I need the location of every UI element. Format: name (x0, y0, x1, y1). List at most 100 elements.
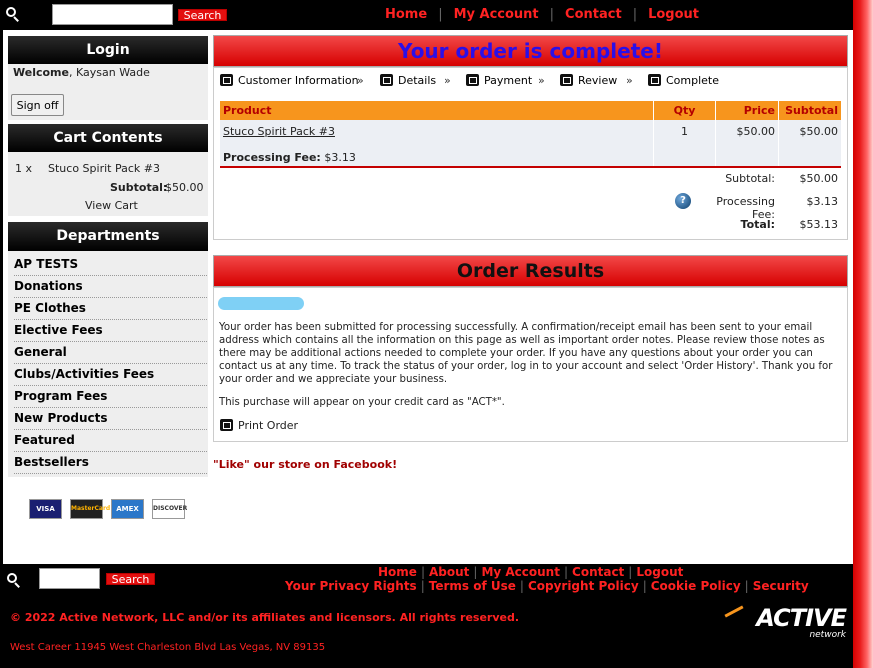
step-arrow: » (538, 74, 545, 87)
step-arrow: » (444, 74, 451, 87)
department-item[interactable]: Program Fees (14, 386, 207, 408)
nav-separator: | (549, 7, 555, 22)
user-name: Kaysan Wade (75, 66, 150, 79)
magnifier-icon (560, 74, 573, 86)
printer-icon (648, 74, 661, 86)
step-review: Review (560, 74, 617, 87)
terms-of-use-link[interactable]: Terms of Use (429, 579, 516, 593)
step-payment: Payment (466, 74, 532, 87)
sign-off-button[interactable]: Sign off (11, 94, 64, 116)
department-item[interactable]: PE Clothes (14, 298, 207, 320)
step-label: Complete (666, 74, 720, 87)
store-address: West Career 11945 West Charleston Blvd L… (10, 642, 326, 653)
nav-separator: | (438, 7, 443, 22)
col-header-qty: Qty (654, 101, 715, 120)
copyright-policy-link[interactable]: Copyright Policy (528, 579, 639, 593)
line-fee-value: $3.13 (324, 151, 356, 164)
card-label: MasterCard (71, 505, 111, 512)
product-price: $50.00 (736, 125, 776, 138)
cart-heading: Cart Contents (8, 124, 208, 152)
discover-card-icon: DISCOVER (152, 499, 188, 519)
pencil-icon (466, 74, 479, 86)
product-qty: 1 (681, 125, 688, 138)
step-customer-information: Customer Information (220, 74, 359, 87)
step-complete: Complete (648, 74, 719, 87)
totals-fee-value: $3.13 (806, 195, 839, 208)
department-item[interactable]: Bestsellers (14, 452, 207, 474)
active-network-logo: ACTIVE network (724, 604, 848, 644)
print-order-label: Print Order (238, 419, 299, 432)
col-header-product: Product (220, 101, 653, 120)
footer-search-input[interactable] (39, 568, 100, 589)
facebook-like-link[interactable]: "Like" our store on Facebook! (213, 458, 397, 471)
department-item[interactable]: Donations (14, 276, 207, 298)
table-divider (220, 166, 841, 168)
logo-swoosh (724, 605, 744, 618)
order-complete-banner: Your order is complete! (213, 35, 848, 67)
order-results-banner: Order Results (213, 255, 848, 287)
print-order-link[interactable]: Print Order (220, 419, 298, 432)
nav-home-link[interactable]: Home (385, 7, 427, 22)
cart-panel: 1 x Stuco Spirit Pack #3 Subtotal: $50.0… (8, 152, 208, 216)
department-item[interactable]: New Products (14, 408, 207, 430)
visa-card-icon: VISA (29, 499, 62, 519)
order-results-message: Your order has been submitted for proces… (219, 322, 833, 385)
mastercard-icon: MasterCard (70, 499, 110, 519)
login-panel: Welcome, Kaysan Wade Sign off (8, 64, 208, 120)
department-item[interactable]: Elective Fees (14, 320, 207, 342)
footer-search-icon (7, 573, 21, 588)
step-label: Payment (484, 74, 533, 87)
totals-total-value: $53.13 (799, 218, 839, 231)
cart-subtotal-value: $50.00 (165, 181, 204, 194)
search-button[interactable]: Search (178, 9, 227, 21)
department-item[interactable]: Clubs/Activities Fees (14, 364, 207, 386)
department-item[interactable]: Featured (14, 430, 207, 452)
page-right-edge (853, 0, 873, 668)
card-label: DISCOVER (153, 505, 188, 512)
footer-home-link[interactable]: Home (378, 565, 417, 579)
order-complete-title: Your order is complete! (398, 39, 663, 63)
nav-my-account-link[interactable]: My Account (454, 7, 539, 22)
logo-subtext: network (809, 630, 846, 640)
product-subtotal: $50.00 (799, 125, 839, 138)
footer-about-link[interactable]: About (429, 565, 469, 579)
top-bar: Search Home | My Account | Contact | Logout (0, 0, 853, 30)
cookie-policy-link[interactable]: Cookie Policy (651, 579, 741, 593)
security-link[interactable]: Security (753, 579, 809, 593)
nav-contact-link[interactable]: Contact (565, 7, 622, 22)
pencil-icon (220, 74, 233, 86)
footer-contact-link[interactable]: Contact (572, 565, 624, 579)
nav-logout-link[interactable]: Logout (648, 7, 699, 22)
footer-nav-row2: Your Privacy Rights | Terms of Use | Copyrig… (285, 579, 809, 593)
line-fee: Processing Fee: $3.13 (223, 151, 356, 164)
cart-subtotal-label: Subtotal: (110, 181, 168, 194)
privacy-rights-link[interactable]: Your Privacy Rights (285, 579, 417, 593)
footer-my-account-link[interactable]: My Account (481, 565, 560, 579)
help-icon[interactable]: ? (675, 193, 691, 209)
nav-separator: | (632, 7, 638, 22)
footer-logout-link[interactable]: Logout (636, 565, 683, 579)
welcome-text: Welcome, Kaysan Wade (13, 66, 150, 79)
envelope-icon (380, 74, 393, 86)
col-header-subtotal: Subtotal (779, 101, 841, 120)
search-input[interactable] (52, 4, 173, 25)
cart-item-name: Stuco Spirit Pack #3 (48, 162, 160, 175)
department-item[interactable]: General (14, 342, 207, 364)
card-label: VISA (36, 505, 55, 513)
step-arrow: » (357, 74, 364, 87)
search-icon (6, 7, 20, 22)
departments-heading: Departments (8, 222, 208, 251)
product-link[interactable]: Stuco Spirit Pack #3 (223, 125, 335, 138)
step-label: Review (578, 74, 618, 87)
amex-card-icon: AMEX (111, 499, 144, 519)
footer-nav-row1: Home | About | My Account | Contact | Logout (378, 565, 684, 579)
footer-search-button[interactable]: Search (106, 573, 155, 585)
step-details: Details (380, 74, 436, 87)
department-item[interactable]: AP TESTS (14, 254, 207, 276)
line-fee-label: Processing Fee: (223, 151, 321, 164)
view-cart-link[interactable]: View Cart (85, 199, 138, 212)
col-header-price: Price (716, 101, 778, 120)
step-label: Details (398, 74, 437, 87)
card-label: AMEX (116, 505, 139, 513)
step-label: Customer Information (238, 74, 359, 87)
